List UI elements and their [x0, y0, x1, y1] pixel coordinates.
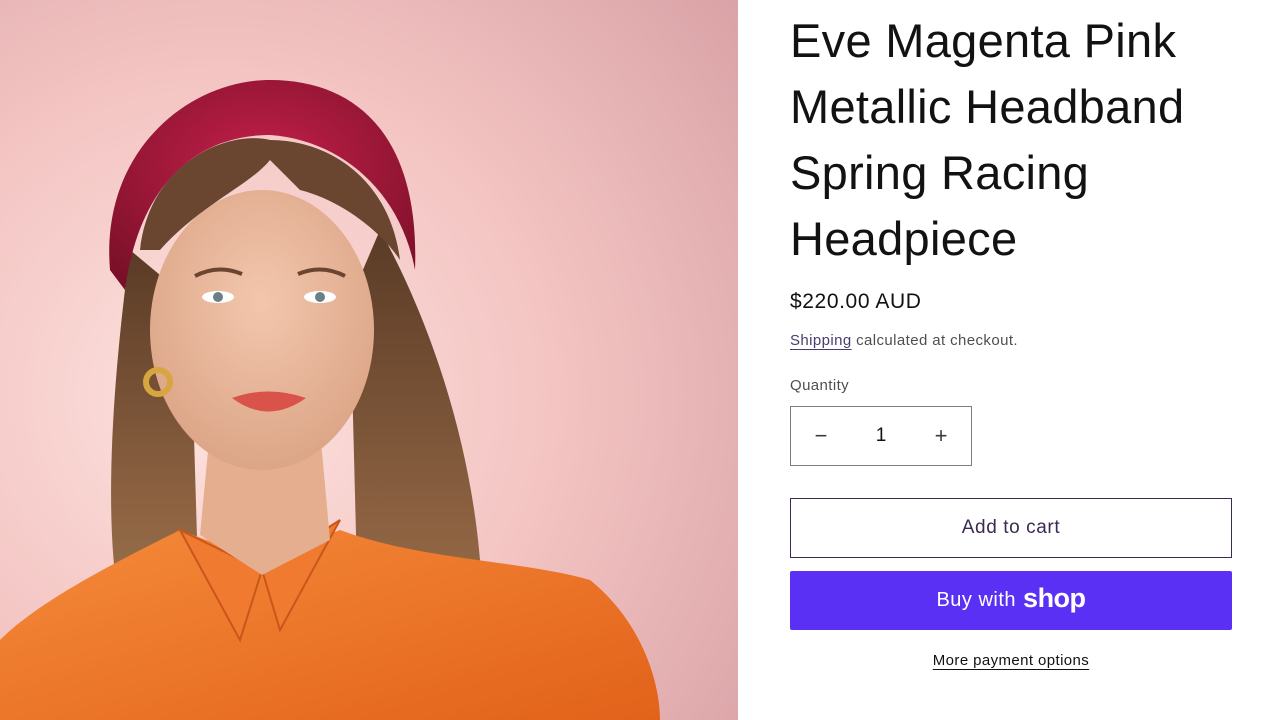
plus-icon: + — [934, 423, 948, 448]
more-payment-options-link[interactable]: More payment options — [933, 652, 1089, 669]
shipping-note-text: calculated at checkout. — [851, 332, 1018, 349]
decrease-quantity-button[interactable]: − — [791, 407, 851, 465]
minus-icon: − — [814, 423, 828, 448]
shipping-link[interactable]: Shipping — [790, 332, 852, 349]
shop-logo: shop — [1023, 582, 1086, 613]
quantity-input[interactable]: 1 — [851, 425, 911, 447]
product-title: Eve Magenta Pink Metallic Headband Sprin… — [790, 14, 1185, 265]
add-to-cart-button[interactable]: Add to cart — [790, 498, 1232, 558]
product-image — [0, 0, 738, 720]
buy-with-label: Buy with — [936, 589, 1017, 611]
quantity-stepper: − 1 + — [790, 406, 972, 466]
shipping-note: Shipping calculated at checkout. — [790, 332, 1018, 349]
quantity-label: Quantity — [790, 377, 850, 394]
increase-quantity-button[interactable]: + — [911, 407, 971, 465]
product-photo-illustration — [0, 0, 738, 720]
add-to-cart-label: Add to cart — [961, 517, 1061, 538]
more-payment-options: More payment options — [790, 652, 1232, 669]
buy-with-shop-button[interactable]: Buy with shop — [790, 571, 1232, 630]
product-price: $220.00 AUD — [790, 290, 922, 313]
